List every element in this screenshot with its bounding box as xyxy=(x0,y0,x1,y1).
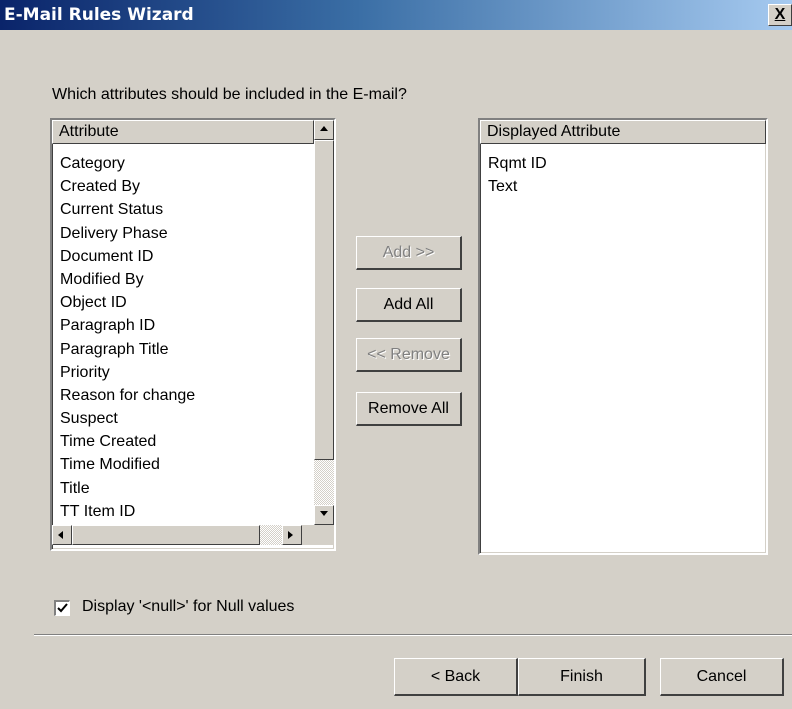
attribute-item[interactable]: Time Modified xyxy=(60,453,195,476)
finish-button[interactable]: Finish xyxy=(518,658,646,696)
window-title: E-Mail Rules Wizard xyxy=(4,5,194,25)
close-icon: X xyxy=(774,6,786,23)
prompt-text: Which attributes should be included in t… xyxy=(52,86,407,103)
null-values-checkbox[interactable] xyxy=(54,600,70,616)
attribute-item[interactable]: Time Created xyxy=(60,430,195,453)
attribute-item[interactable]: Category xyxy=(60,152,195,175)
back-button[interactable]: < Back xyxy=(394,658,518,696)
attribute-item[interactable]: Reason for change xyxy=(60,384,195,407)
displayed-attribute-item[interactable]: Text xyxy=(488,175,547,198)
attribute-item[interactable]: Priority xyxy=(60,361,195,384)
displayed-column-label: Displayed Attribute xyxy=(487,123,621,140)
title-bar: E-Mail Rules Wizard X xyxy=(0,0,792,30)
scroll-down-button[interactable] xyxy=(314,505,334,525)
attribute-item[interactable]: Document ID xyxy=(60,245,195,268)
displayed-attribute-listbox[interactable]: Displayed Attribute Rqmt ID Text xyxy=(478,118,768,555)
attribute-item[interactable]: Paragraph Title xyxy=(60,338,195,361)
attribute-item[interactable]: Paragraph ID xyxy=(60,314,195,337)
close-button[interactable]: X xyxy=(768,4,792,26)
add-all-button[interactable]: Add All xyxy=(356,288,462,322)
displayed-column-header[interactable]: Displayed Attribute xyxy=(480,120,766,144)
back-label: < Back xyxy=(430,667,481,685)
arrow-down-icon xyxy=(320,511,328,516)
attribute-list[interactable]: Category Created By Current Status Delivery… xyxy=(60,152,195,523)
attribute-column-label: Attribute xyxy=(59,123,119,140)
scroll-right-button[interactable] xyxy=(282,525,302,545)
attribute-item[interactable]: Suspect xyxy=(60,407,195,430)
checkmark-icon xyxy=(57,603,68,613)
arrow-left-icon xyxy=(58,531,63,539)
attribute-item[interactable]: Created By xyxy=(60,175,195,198)
scroll-left-button[interactable] xyxy=(52,525,72,545)
cancel-button[interactable]: Cancel xyxy=(660,658,784,696)
arrow-up-icon xyxy=(320,126,328,131)
null-values-label: Display '<null>' for Null values xyxy=(82,598,295,615)
attribute-item[interactable]: Delivery Phase xyxy=(60,222,195,245)
scroll-up-button[interactable] xyxy=(314,120,334,140)
attribute-item[interactable]: Current Status xyxy=(60,198,195,221)
displayed-attribute-item[interactable]: Rqmt ID xyxy=(488,152,547,175)
attribute-item[interactable]: Object ID xyxy=(60,291,195,314)
add-button[interactable]: Add >> xyxy=(356,236,462,270)
attribute-item[interactable]: Title xyxy=(60,477,195,500)
displayed-attribute-list[interactable]: Rqmt ID Text xyxy=(488,152,547,198)
attribute-listbox[interactable]: Attribute Category Created By Current Stat… xyxy=(50,118,336,551)
attribute-item[interactable]: TT Item ID xyxy=(60,500,195,523)
attribute-item[interactable]: Modified By xyxy=(60,268,195,291)
horizontal-scroll-track[interactable] xyxy=(260,525,282,545)
horizontal-scroll-thumb[interactable] xyxy=(72,525,260,545)
vertical-scroll-thumb[interactable] xyxy=(314,140,334,460)
attribute-column-header[interactable]: Attribute xyxy=(52,120,314,144)
remove-button[interactable]: << Remove xyxy=(356,338,462,372)
arrow-right-icon xyxy=(288,531,293,539)
remove-all-button[interactable]: Remove All xyxy=(356,392,462,426)
footer-separator xyxy=(34,634,792,636)
scroll-corner xyxy=(302,525,334,545)
vertical-scroll-track[interactable] xyxy=(314,460,334,505)
